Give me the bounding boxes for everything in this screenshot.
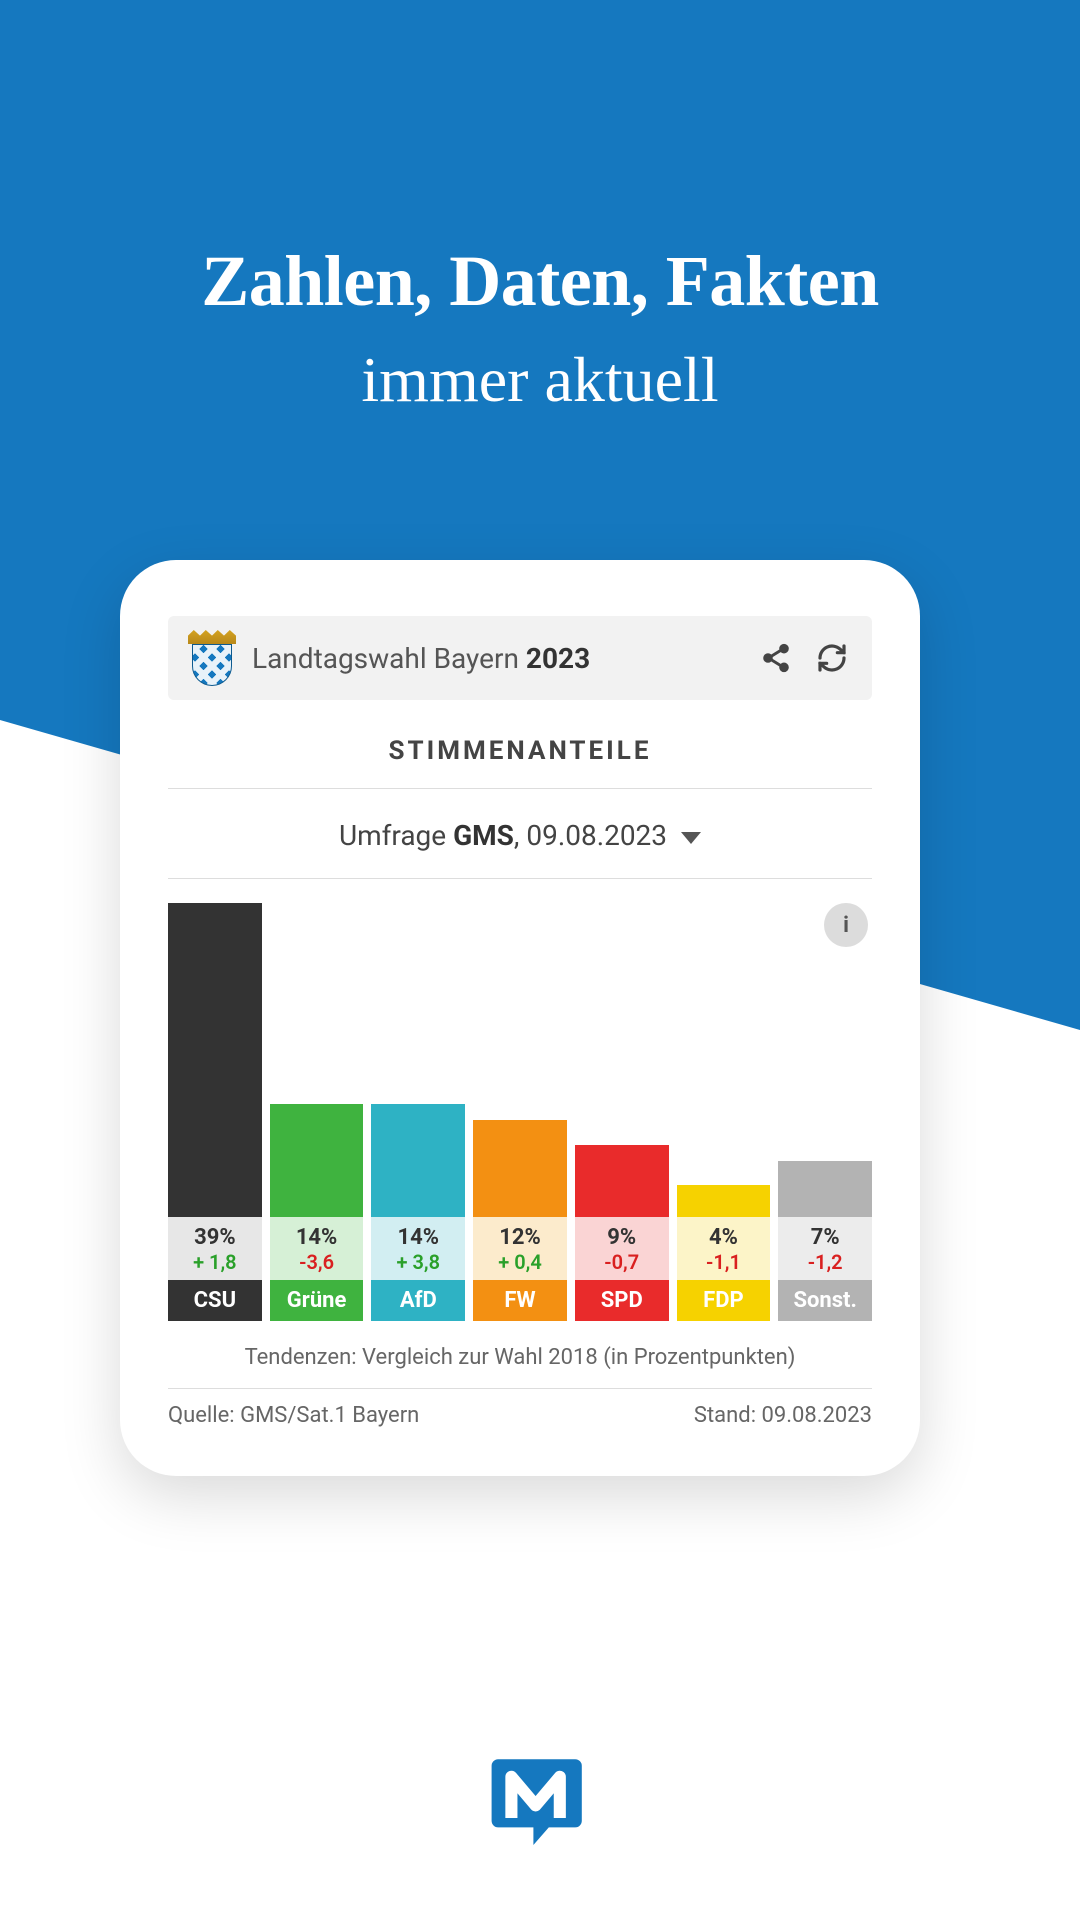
card-footer: Quelle: GMS/Sat.1 Bayern Stand: 09.08.20… <box>168 1403 872 1428</box>
party-name: FW <box>473 1280 567 1321</box>
bar-column <box>677 1185 771 1217</box>
subtitle-source: GMS <box>453 819 514 852</box>
pct-box: 39%+ 1,8 <box>168 1217 262 1280</box>
bar-column <box>473 1120 567 1217</box>
bar-column <box>168 903 262 1217</box>
section-title: STIMMENANTEILE <box>168 736 872 789</box>
bar-label-cell: 12%+ 0,4FW <box>473 1217 567 1321</box>
pct-box: 9%-0,7 <box>575 1217 669 1280</box>
bar <box>575 1145 669 1217</box>
pct-box: 12%+ 0,4 <box>473 1217 567 1280</box>
trend-value: + 1,8 <box>168 1250 262 1274</box>
pct-value: 4% <box>677 1225 771 1250</box>
bar <box>371 1104 465 1217</box>
subtitle-prefix: Umfrage <box>339 819 453 852</box>
pct-value: 14% <box>270 1225 364 1250</box>
poll-card: Landtagswahl Bayern 2023 STIMMENANTEILE … <box>120 560 920 1476</box>
bar <box>778 1161 872 1217</box>
party-name: SPD <box>575 1280 669 1321</box>
trend-value: -1,1 <box>677 1250 771 1274</box>
pct-box: 4%-1,1 <box>677 1217 771 1280</box>
pct-value: 39% <box>168 1225 262 1250</box>
trend-value: -1,2 <box>778 1250 872 1274</box>
bar <box>270 1104 364 1217</box>
share-icon <box>760 642 792 674</box>
card-title: Landtagswahl Bayern 2023 <box>252 642 740 675</box>
app-logo <box>485 1746 595 1860</box>
party-name: Grüne <box>270 1280 364 1321</box>
pct-value: 9% <box>575 1225 669 1250</box>
share-button[interactable] <box>756 638 796 678</box>
pct-value: 14% <box>371 1225 465 1250</box>
bar-label-cell: 14%-3,6Grüne <box>270 1217 364 1321</box>
party-name: AfD <box>371 1280 465 1321</box>
party-name: FDP <box>677 1280 771 1321</box>
pct-box: 7%-1,2 <box>778 1217 872 1280</box>
bar-label-cell: 9%-0,7SPD <box>575 1217 669 1321</box>
party-name: CSU <box>168 1280 262 1321</box>
party-name: Sonst. <box>778 1280 872 1321</box>
bar <box>168 903 262 1217</box>
pct-value: 12% <box>473 1225 567 1250</box>
info-icon: i <box>843 913 849 938</box>
poll-selector[interactable]: Umfrage GMS, 09.08.2023 <box>168 819 872 879</box>
footer-source: Quelle: GMS/Sat.1 Bayern <box>168 1403 419 1428</box>
pct-box: 14%+ 3,8 <box>371 1217 465 1280</box>
chart-footnote: Tendenzen: Vergleich zur Wahl 2018 (in P… <box>168 1345 872 1389</box>
refresh-icon <box>816 642 848 674</box>
chevron-down-icon <box>681 832 701 844</box>
card-title-prefix: Landtagswahl Bayern <box>252 642 526 675</box>
trend-value: -0,7 <box>575 1250 669 1274</box>
bar <box>473 1120 567 1217</box>
bavaria-crest-icon <box>188 630 236 686</box>
bar <box>677 1185 771 1217</box>
trend-value: + 0,4 <box>473 1250 567 1274</box>
info-button[interactable]: i <box>824 903 868 947</box>
headline: Zahlen, Daten, Fakten immer aktuell <box>0 240 1080 417</box>
refresh-button[interactable] <box>812 638 852 678</box>
bar-label-cell: 7%-1,2Sonst. <box>778 1217 872 1321</box>
pct-box: 14%-3,6 <box>270 1217 364 1280</box>
headline-light: immer aktuell <box>0 343 1080 417</box>
m-logo-icon <box>485 1746 595 1856</box>
bar-label-cell: 14%+ 3,8AfD <box>371 1217 465 1321</box>
footer-date: Stand: 09.08.2023 <box>694 1403 872 1428</box>
bar-column <box>270 1104 364 1217</box>
headline-bold: Zahlen, Daten, Fakten <box>0 240 1080 323</box>
chart-labels: 39%+ 1,8CSU14%-3,6Grüne14%+ 3,8AfD12%+ 0… <box>168 1217 872 1321</box>
subtitle-date: , 09.08.2023 <box>514 819 667 852</box>
bar-column <box>371 1104 465 1217</box>
pct-value: 7% <box>778 1225 872 1250</box>
bar-column <box>778 1161 872 1217</box>
card-header: Landtagswahl Bayern 2023 <box>168 616 872 700</box>
card-title-year: 2023 <box>526 642 590 675</box>
bar-label-cell: 4%-1,1FDP <box>677 1217 771 1321</box>
bar-column <box>575 1145 669 1217</box>
bar-label-cell: 39%+ 1,8CSU <box>168 1217 262 1321</box>
bar-chart: i <box>168 887 872 1217</box>
trend-value: + 3,8 <box>371 1250 465 1274</box>
trend-value: -3,6 <box>270 1250 364 1274</box>
